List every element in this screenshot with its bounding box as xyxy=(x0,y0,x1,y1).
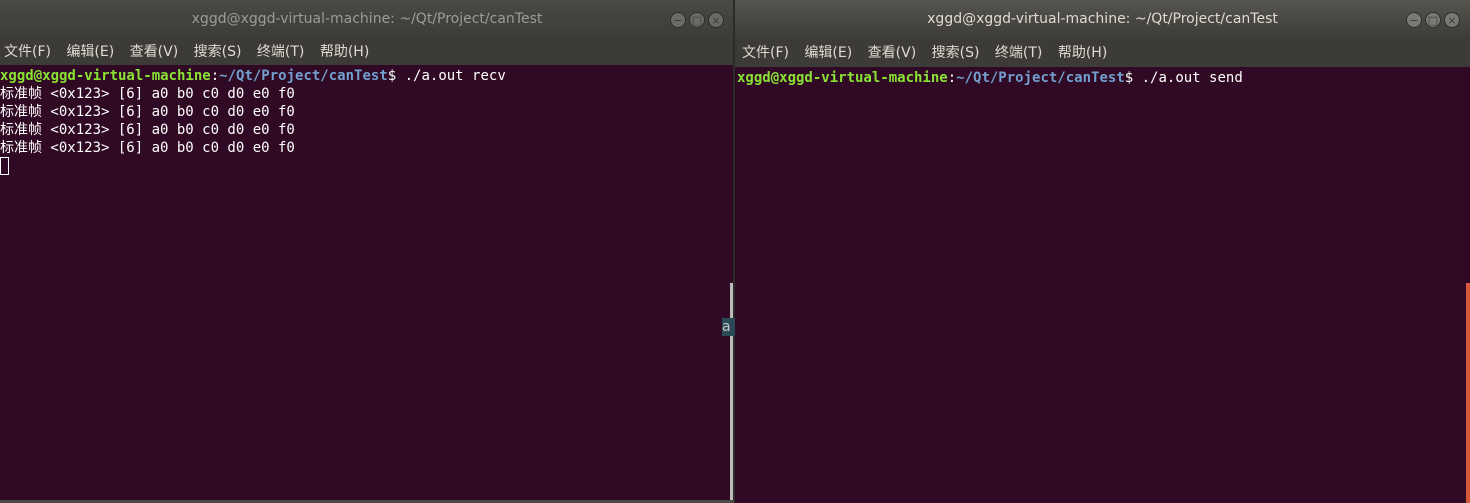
output-line: 标准帧 <0x123> [6] a0 b0 c0 d0 e0 f0 xyxy=(0,140,295,156)
window-controls: − □ × xyxy=(670,12,724,28)
close-button[interactable]: × xyxy=(708,12,724,28)
output-line: 标准帧 <0x123> [6] a0 b0 c0 d0 e0 f0 xyxy=(0,86,295,102)
command-text: ./a.out recv xyxy=(404,68,506,84)
minimize-button[interactable]: − xyxy=(1406,12,1422,28)
menu-edit[interactable]: 编辑(E) xyxy=(804,40,852,66)
terminal-area[interactable]: xggd@xggd-virtual-machine:~/Qt/Project/c… xyxy=(0,65,734,503)
prompt-path: ~/Qt/Project/canTest xyxy=(219,68,388,84)
terminal-window-send[interactable]: xggd@xggd-virtual-machine: ~/Qt/Project/… xyxy=(735,0,1470,503)
scrollbar[interactable] xyxy=(1466,283,1470,503)
minimize-button[interactable]: − xyxy=(670,12,686,28)
menu-file[interactable]: 文件(F) xyxy=(4,40,51,64)
menu-search[interactable]: 搜索(S) xyxy=(194,40,242,64)
menu-bar: 文件(F) 编辑(E) 查看(V) 搜索(S) 终端(T) 帮助(H) xyxy=(0,40,734,65)
prompt-line: xggd@xggd-virtual-machine:~/Qt/Project/c… xyxy=(0,68,506,84)
output-line: 标准帧 <0x123> [6] a0 b0 c0 d0 e0 f0 xyxy=(0,104,295,120)
window-title: xggd@xggd-virtual-machine: ~/Qt/Project/… xyxy=(191,11,543,27)
maximize-button[interactable]: □ xyxy=(689,12,705,28)
close-button[interactable]: × xyxy=(1444,12,1460,28)
background-window-fragment: a xyxy=(722,318,736,336)
output-line: 标准帧 <0x123> [6] a0 b0 c0 d0 e0 f0 xyxy=(0,122,295,138)
cursor-line xyxy=(0,157,734,177)
menu-terminal[interactable]: 终端(T) xyxy=(257,40,304,64)
menu-search[interactable]: 搜索(S) xyxy=(932,40,980,66)
menu-view[interactable]: 查看(V) xyxy=(130,40,179,64)
menu-help[interactable]: 帮助(H) xyxy=(1058,40,1107,66)
prompt-path: ~/Qt/Project/canTest xyxy=(956,70,1125,86)
text-cursor xyxy=(0,157,9,175)
maximize-button[interactable]: □ xyxy=(1425,12,1441,28)
menu-file[interactable]: 文件(F) xyxy=(742,40,789,66)
window-controls: − □ × xyxy=(1406,12,1460,28)
title-bar[interactable]: xggd@xggd-virtual-machine: ~/Qt/Project/… xyxy=(735,0,1470,40)
menu-view[interactable]: 查看(V) xyxy=(868,40,917,66)
title-bar[interactable]: xggd@xggd-virtual-machine: ~/Qt/Project/… xyxy=(0,0,734,40)
menu-terminal[interactable]: 终端(T) xyxy=(995,40,1042,66)
prompt-user: xggd@xggd-virtual-machine xyxy=(0,68,211,84)
window-title: xggd@xggd-virtual-machine: ~/Qt/Project/… xyxy=(927,11,1278,27)
prompt-symbol: $ xyxy=(1124,70,1134,86)
prompt-symbol: $ xyxy=(387,68,397,84)
terminal-window-recv[interactable]: xggd@xggd-virtual-machine: ~/Qt/Project/… xyxy=(0,0,734,503)
command-text: ./a.out send xyxy=(1141,70,1243,86)
prompt-line: xggd@xggd-virtual-machine:~/Qt/Project/c… xyxy=(737,70,1243,86)
menu-edit[interactable]: 编辑(E) xyxy=(66,40,114,64)
menu-help[interactable]: 帮助(H) xyxy=(320,40,369,64)
terminal-area[interactable]: xggd@xggd-virtual-machine:~/Qt/Project/c… xyxy=(735,67,1470,503)
menu-bar: 文件(F) 编辑(E) 查看(V) 搜索(S) 终端(T) 帮助(H) xyxy=(735,40,1470,67)
prompt-user: xggd@xggd-virtual-machine xyxy=(737,70,948,86)
